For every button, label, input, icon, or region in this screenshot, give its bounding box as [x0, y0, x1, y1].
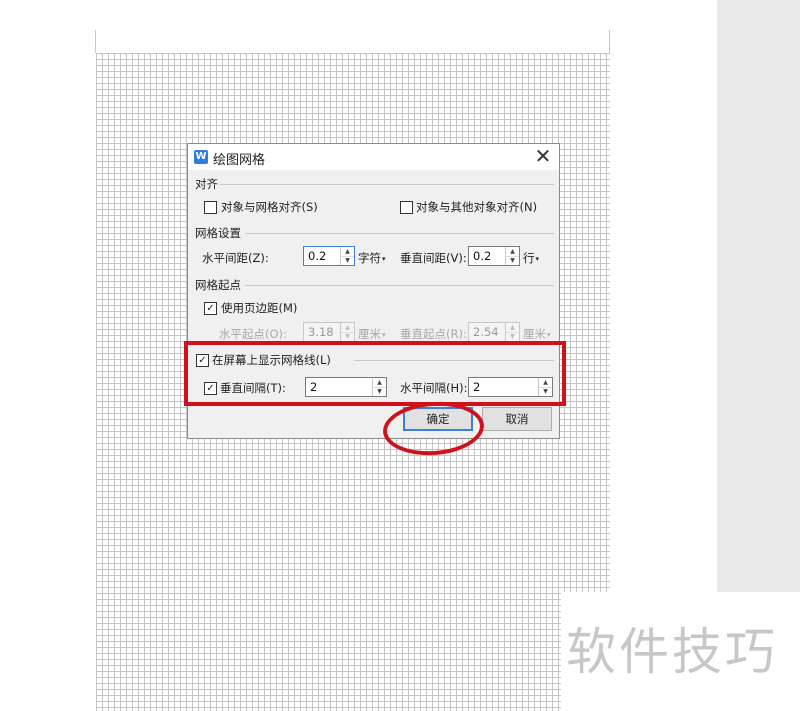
cancel-button[interactable]: 取消	[482, 407, 552, 431]
horizontal-origin-unit: 厘米	[358, 327, 381, 341]
use-margins-checkbox[interactable]: ✓	[204, 302, 217, 315]
snap-to-grid-checkbox[interactable]	[204, 201, 217, 214]
vertical-spacing-label: 垂直间距(V):	[400, 251, 467, 265]
dialog-title: 绘图网格	[213, 153, 266, 168]
chevron-down-icon: ▾	[535, 254, 540, 263]
horizontal-origin-label: 水平起点(O):	[219, 327, 287, 341]
spin-down-icon[interactable]: ▼	[341, 256, 354, 265]
chevron-down-icon: ▾	[382, 254, 386, 263]
vertical-spacing-unit: 行	[523, 251, 535, 265]
chevron-down-icon: ▾	[547, 330, 551, 339]
section-grid-settings-separator	[245, 233, 554, 234]
vertical-spacing-spinner[interactable]: ▲ ▼	[505, 247, 519, 265]
section-align-separator	[220, 184, 554, 185]
close-button[interactable]: ✕	[531, 145, 555, 169]
horizontal-spacing-input[interactable]: 0.2 ▲ ▼	[303, 246, 355, 266]
horizontal-origin-spinner: ▲ ▼	[340, 323, 354, 341]
spin-down-icon: ▼	[345, 333, 350, 340]
spin-down-icon: ▼	[510, 333, 515, 340]
vertical-origin-input: 2.54 ▲ ▼	[468, 322, 520, 342]
snap-to-objects-checkbox[interactable]	[400, 201, 413, 214]
chevron-down-icon: ▾	[382, 330, 386, 339]
horizontal-spacing-unit-dropdown[interactable]: 字符▾	[358, 250, 386, 266]
horizontal-spacing-spinner[interactable]: ▲ ▼	[340, 247, 354, 265]
spin-down-icon[interactable]: ▼	[506, 256, 519, 265]
vertical-spacing-unit-dropdown[interactable]: 行▾	[523, 250, 539, 266]
watermark-text: 软件技巧	[566, 623, 778, 681]
horizontal-spacing-unit: 字符	[358, 251, 381, 265]
margin-guide-left	[95, 30, 96, 53]
margin-guide-right	[609, 30, 610, 53]
horizontal-origin-value: 3.18	[308, 325, 334, 339]
vertical-origin-label: 垂直起点(R):	[400, 327, 467, 341]
section-grid-origin-label: 网格起点	[195, 278, 241, 292]
right-side-panel	[717, 0, 800, 592]
vertical-origin-spinner: ▲ ▼	[505, 323, 519, 341]
snap-to-grid-label[interactable]: 对象与网格对齐(S)	[221, 199, 318, 215]
horizontal-origin-input: 3.18 ▲ ▼	[303, 322, 355, 342]
highlight-box-gridline-options	[184, 341, 566, 406]
use-margins-label[interactable]: 使用页边距(M)	[221, 300, 297, 316]
vertical-origin-unit: 厘米	[523, 327, 546, 341]
dialog-titlebar[interactable]: W 绘图网格 ✕	[188, 144, 559, 170]
vertical-origin-unit-dropdown: 厘米▾	[523, 326, 551, 342]
wps-writer-icon: W	[194, 150, 208, 164]
vertical-spacing-input[interactable]: 0.2 ▲ ▼	[468, 246, 520, 266]
section-grid-origin-separator	[245, 285, 554, 286]
horizontal-spacing-value: 0.2	[308, 249, 327, 263]
horizontal-origin-unit-dropdown: 厘米▾	[358, 326, 386, 342]
vertical-spacing-value: 0.2	[473, 249, 492, 263]
horizontal-spacing-label: 水平间距(Z):	[202, 251, 269, 265]
vertical-origin-value: 2.54	[473, 325, 499, 339]
section-align-label: 对齐	[195, 177, 218, 191]
section-grid-settings-label: 网格设置	[195, 226, 241, 240]
snap-to-objects-label[interactable]: 对象与其他对象对齐(N)	[416, 199, 537, 215]
